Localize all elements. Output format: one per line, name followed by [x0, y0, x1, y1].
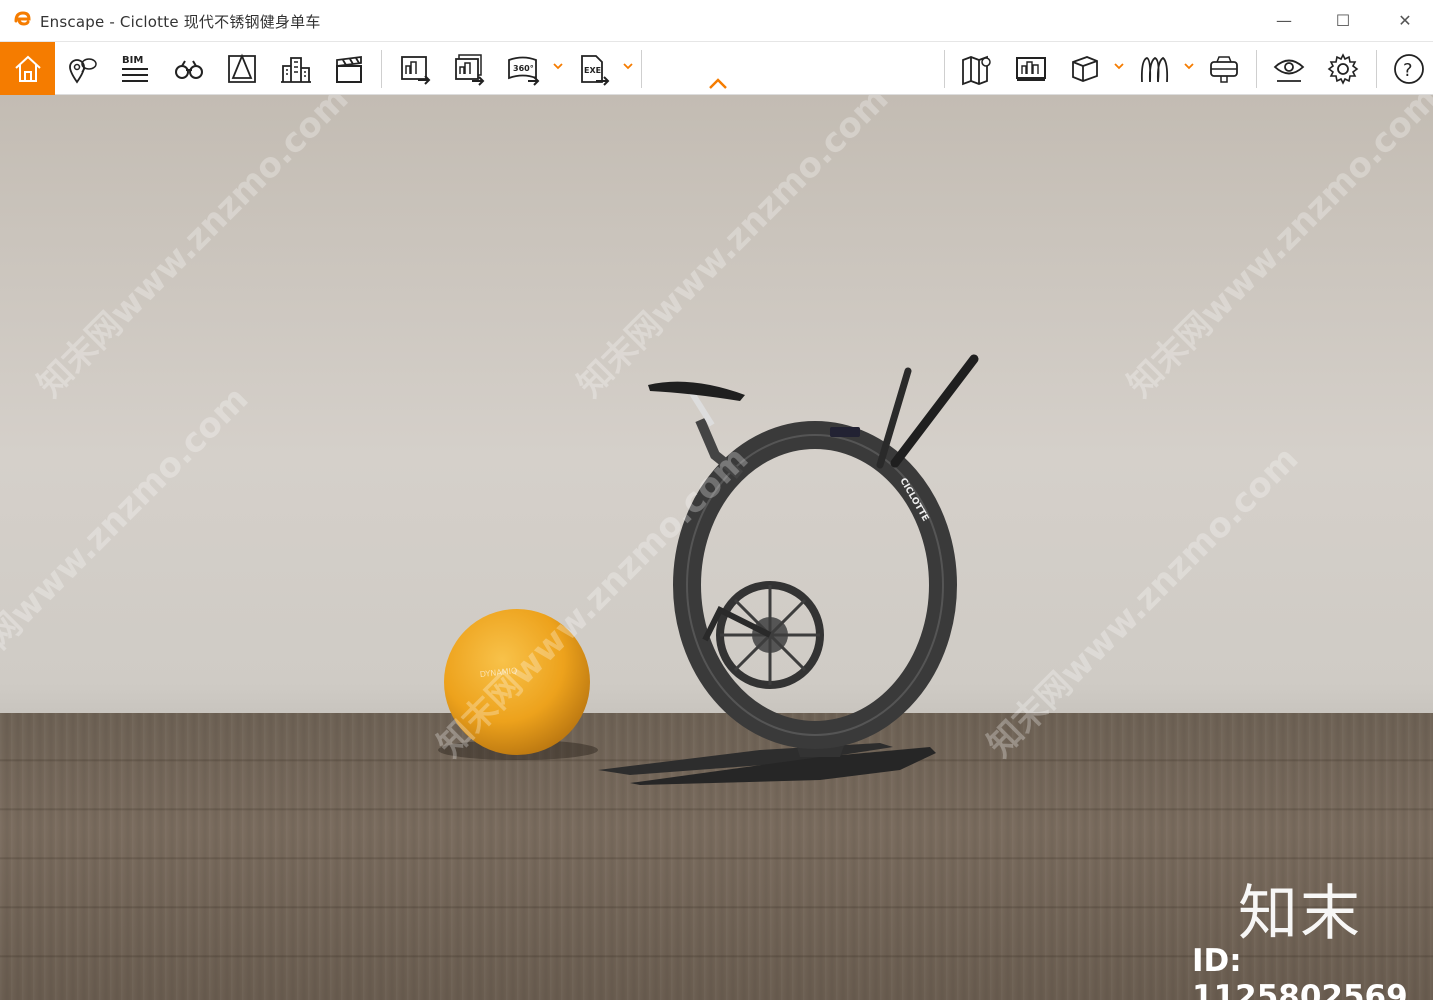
bim-icon: BIM: [122, 55, 148, 82]
panorama-360-icon: 360°: [508, 56, 540, 86]
asset-library-icon: [1140, 56, 1169, 82]
video-editor-button[interactable]: [324, 42, 374, 95]
vr-headset-button[interactable]: [1199, 42, 1249, 95]
monitor-button[interactable]: [1006, 42, 1056, 95]
render-viewport[interactable]: DYNAMIQ CICLOTTE 知末网www.znzmo.com 知末网www…: [0, 95, 1433, 1000]
chevron-down-icon[interactable]: [1183, 60, 1195, 72]
buildings-icon: [281, 56, 311, 83]
render-image-button[interactable]: [390, 42, 440, 95]
enscape-logo-icon: [14, 11, 31, 26]
chevron-down-icon[interactable]: [1113, 60, 1125, 72]
render-image-icon: [401, 55, 431, 85]
help-icon: ?: [1394, 53, 1424, 84]
cube-button[interactable]: [1060, 42, 1110, 95]
bike-display: [830, 427, 860, 437]
panorama-button[interactable]: 360°: [498, 42, 548, 95]
settings-button[interactable]: [1318, 42, 1368, 95]
minimize-button[interactable]: —: [1255, 0, 1313, 40]
export-exe-button[interactable]: EXE: [568, 42, 618, 95]
monitor-icon: [1016, 56, 1046, 81]
settings-gear-icon: [1327, 52, 1359, 85]
close-button[interactable]: ✕: [1376, 0, 1433, 40]
svg-text:BIM: BIM: [122, 55, 143, 66]
title-bar: Enscape - Ciclotte 现代不锈钢健身单车 — ☐ ✕: [0, 0, 1433, 42]
asset-library-button[interactable]: [1129, 42, 1179, 95]
maximize-button[interactable]: ☐: [1314, 0, 1372, 40]
perspective-icon: [228, 53, 256, 83]
clapperboard-icon: [336, 55, 362, 83]
home-button[interactable]: [0, 42, 55, 95]
toolbar-separator: [944, 50, 945, 88]
image-id-label: ID: 1125802569: [1192, 943, 1408, 1000]
toolbar-separator: [641, 50, 642, 88]
binoculars-icon: [175, 59, 203, 79]
batch-render-button[interactable]: [444, 42, 494, 95]
window-title: Enscape - Ciclotte 现代不锈钢健身单车: [40, 13, 321, 31]
znzmo-logo: 知末: [1238, 879, 1362, 949]
collapse-toolbar-caret-icon[interactable]: [706, 76, 730, 92]
home-icon: [14, 55, 41, 82]
toolbar-separator: [381, 50, 382, 88]
map-icon: [962, 55, 991, 85]
binoculars-button[interactable]: [164, 42, 214, 95]
visibility-button[interactable]: [1264, 42, 1314, 95]
perspective-button[interactable]: [217, 42, 267, 95]
vr-headset-icon: [1210, 55, 1238, 83]
batch-render-icon: [455, 53, 485, 86]
cube-icon: [1072, 55, 1098, 82]
location-button[interactable]: [57, 42, 107, 95]
chevron-down-icon[interactable]: [622, 60, 634, 72]
toolbar-separator: [1256, 50, 1257, 88]
eye-icon: [1273, 59, 1305, 82]
buildings-button[interactable]: [271, 42, 321, 95]
enscape-toolbar: BIM 360° EXE ?: [0, 42, 1433, 95]
svg-text:360°: 360°: [513, 64, 534, 73]
location-icon: [69, 57, 97, 84]
bim-button[interactable]: BIM: [110, 42, 160, 95]
export-exe-icon: EXE: [581, 54, 610, 86]
map-button[interactable]: [952, 42, 1002, 95]
toolbar-separator: [1376, 50, 1377, 88]
chevron-down-icon[interactable]: [552, 60, 564, 72]
svg-text:?: ?: [1403, 60, 1413, 81]
svg-text:EXE: EXE: [584, 66, 601, 75]
help-button[interactable]: ?: [1384, 42, 1433, 95]
